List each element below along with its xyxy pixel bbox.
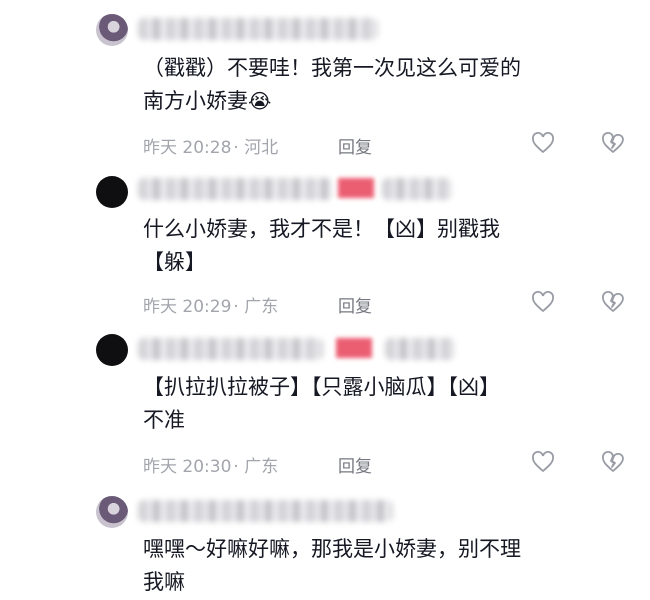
blurred-badge [338, 178, 374, 198]
reply-button[interactable]: 回复 [338, 452, 372, 477]
comment-text-line-1: 【扒拉扒拉被子】【只露小脑瓜】【凶】 [143, 375, 500, 399]
comment-text-line-1: 嘿嘿～好嘛好嘛，那我是小娇妻，别不理 [143, 537, 521, 561]
avatar[interactable] [96, 14, 128, 46]
comment-text-line-2: 【躲】 [143, 250, 206, 274]
avatar[interactable] [96, 176, 128, 208]
blurred-username[interactable] [138, 338, 323, 360]
avatar[interactable] [96, 496, 128, 528]
location: · 广东 [233, 457, 279, 477]
timestamp: 昨天 20:30 [143, 457, 232, 477]
heart-outline-icon[interactable] [531, 132, 555, 154]
comment-text-line-1: 什么小娇妻，我才不是！【凶】别戳我 [143, 217, 500, 241]
broken-heart-icon[interactable] [601, 291, 625, 313]
blurred-reply-target[interactable] [385, 338, 455, 360]
comment-text-line-2: 南方小娇妻😭 [143, 85, 613, 118]
broken-heart-icon[interactable] [601, 451, 625, 473]
comment-text-line-2-text: 南方小娇妻 [143, 89, 248, 113]
comment-text-line-1: （戳戳）不要哇！我第一次见这么可爱的 [143, 56, 521, 80]
location: · 河北 [233, 138, 279, 158]
broken-heart-icon[interactable] [601, 132, 625, 154]
reply-button[interactable]: 回复 [338, 133, 372, 158]
heart-outline-icon[interactable] [531, 291, 555, 313]
blurred-badge [336, 338, 372, 358]
comment-text: 嘿嘿～好嘛好嘛，那我是小娇妻，别不理 我嘛 [143, 533, 613, 599]
comment-meta: 昨天 20:28 · 河北 回复 [143, 133, 372, 158]
crying-emoji: 😭 [248, 89, 272, 113]
comment-text-line-2: 不准 [143, 408, 185, 432]
timestamp: 昨天 20:29 [143, 297, 232, 317]
blurred-username[interactable] [138, 18, 378, 40]
avatar[interactable] [96, 334, 128, 366]
comment-meta: 昨天 20:30 · 广东 回复 [143, 452, 372, 477]
timestamp: 昨天 20:28 [143, 138, 232, 158]
blurred-username[interactable] [138, 178, 333, 200]
location: · 广东 [233, 297, 279, 317]
comment-text-line-2: 我嘛 [143, 570, 185, 594]
comment-meta: 昨天 20:29 · 广东 回复 [143, 292, 372, 317]
comment-text: 【扒拉扒拉被子】【只露小脑瓜】【凶】 不准 [143, 371, 613, 437]
comment-text: （戳戳）不要哇！我第一次见这么可爱的 南方小娇妻😭 [143, 52, 613, 118]
blurred-reply-target[interactable] [382, 178, 452, 200]
comment-text: 什么小娇妻，我才不是！【凶】别戳我 【躲】 [143, 213, 613, 279]
heart-outline-icon[interactable] [531, 451, 555, 473]
reply-button[interactable]: 回复 [338, 292, 372, 317]
blurred-username[interactable] [138, 500, 393, 522]
